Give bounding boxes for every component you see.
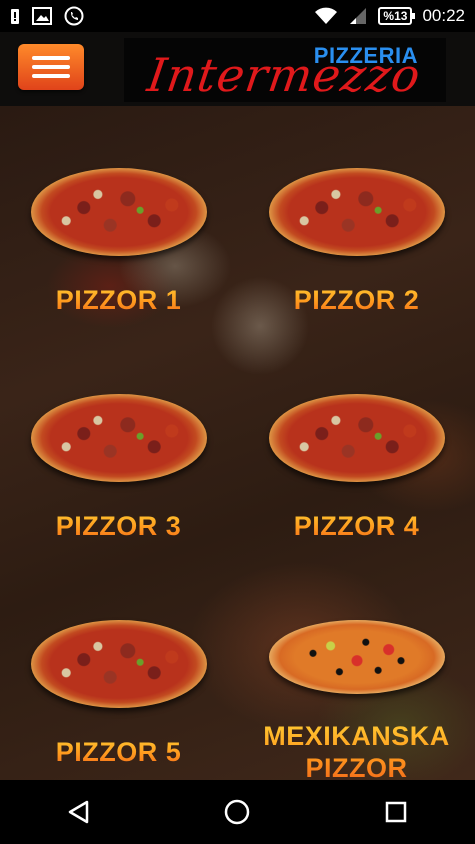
recents-icon — [385, 801, 407, 823]
hamburger-menu-icon — [32, 56, 70, 60]
menu-tile-label: PIZZOR 5 — [55, 737, 182, 767]
pizza-image — [268, 394, 445, 482]
phone-icon — [64, 6, 84, 26]
pizza-image — [268, 168, 445, 256]
menu-tile-label: PIZZOR 1 — [55, 285, 182, 315]
menu-tile-pizzor-5[interactable]: PIZZOR 5 — [0, 558, 237, 780]
menu-tile-pizzor-3[interactable]: PIZZOR 3 — [0, 332, 237, 558]
status-bar: %13 00:22 — [0, 0, 475, 32]
menu-tile-pizzor-1[interactable]: PIZZOR 1 — [0, 106, 237, 332]
wifi-icon — [314, 7, 338, 25]
back-icon — [68, 800, 89, 824]
logo-top-text: PIZZERIA — [313, 43, 418, 68]
back-button[interactable] — [49, 787, 109, 837]
gallery-icon — [32, 7, 52, 25]
signal-icon — [348, 7, 368, 25]
pizza-image — [30, 168, 207, 256]
menu-tile-mexikanska-pizzor[interactable]: MEXIKANSKA PIZZOR — [238, 558, 475, 780]
pizza-image — [268, 620, 445, 694]
menu-tile-pizzor-2[interactable]: PIZZOR 2 — [238, 106, 475, 332]
pizza-image — [30, 620, 207, 708]
sim-alert-icon — [10, 7, 20, 25]
menu-grid: PIZZOR 1 PIZZOR 2 PIZZOR 3 PIZZOR 4 PIZZ… — [0, 106, 475, 780]
battery-icon: %13 — [378, 7, 416, 25]
clock: 00:22 — [422, 6, 465, 25]
home-button[interactable] — [207, 787, 267, 837]
system-nav-bar — [0, 780, 475, 844]
hamburger-menu-button[interactable] — [18, 44, 84, 90]
menu-tile-label: PIZZOR 3 — [55, 511, 182, 541]
menu-tile-label: MEXIKANSKA PIZZOR — [257, 720, 457, 780]
pizza-image — [30, 394, 207, 482]
menu-tile-pizzor-4[interactable]: PIZZOR 4 — [238, 332, 475, 558]
menu-tile-label: PIZZOR 4 — [293, 511, 420, 541]
recents-button[interactable] — [366, 787, 426, 837]
home-icon — [225, 799, 250, 825]
app-header: Intermezzo PIZZERIA — [0, 32, 475, 106]
menu-tile-label: PIZZOR 2 — [293, 285, 420, 315]
pizzeria-logo: Intermezzo PIZZERIA — [124, 38, 446, 102]
